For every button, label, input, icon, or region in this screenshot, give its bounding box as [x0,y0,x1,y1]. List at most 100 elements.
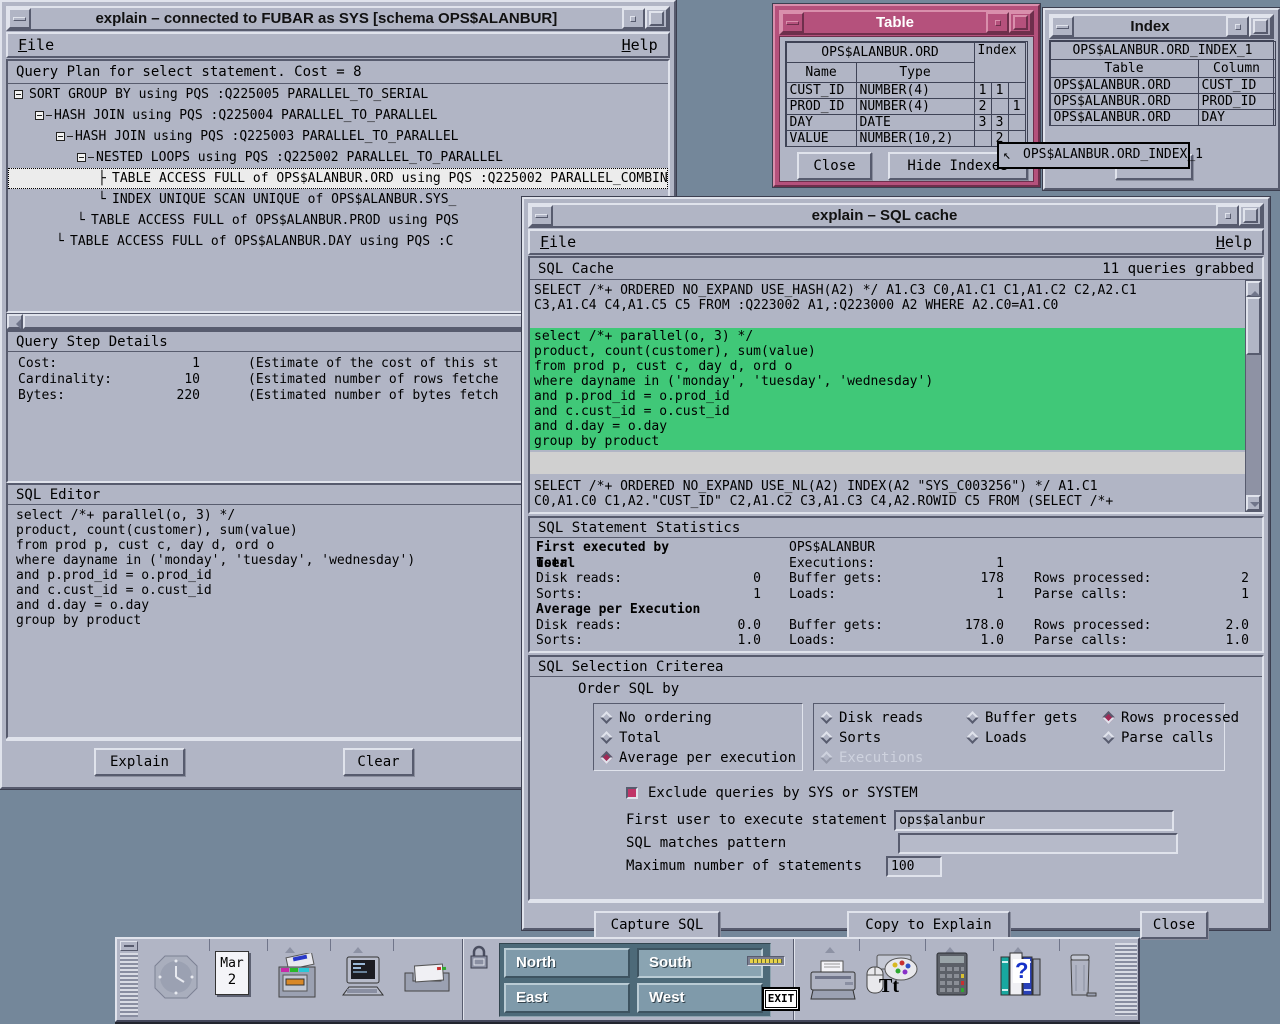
exclude-sys-checkbox-row[interactable]: Exclude queries by SYS or SYSTEM [626,785,918,801]
index-cell[interactable]: OPS$ALANBUR.ORD [1050,77,1199,94]
minimize-button[interactable] [986,12,1009,33]
cache-entry-highlight-band[interactable] [530,452,1245,474]
workspace-west-button[interactable]: West [637,983,763,1013]
printer-icon[interactable] [807,959,859,1007]
plan-tree-row[interactable]: SORT GROUP BY using PQS :Q225005 PARALLE… [8,84,668,105]
radio-diamond-icon[interactable] [966,711,979,724]
radio-no-ordering[interactable]: No ordering [600,708,796,728]
index-titlebar[interactable]: Index [1049,14,1274,39]
table-cell[interactable]: VALUE [786,130,857,147]
workspace-south-button[interactable]: South [637,948,763,978]
maximize-button[interactable] [1239,205,1262,226]
radio-diamond-icon[interactable] [1102,711,1115,724]
calendar-icon[interactable]: Mar 2 [215,951,249,995]
table-close-button[interactable]: Close [797,152,872,180]
capture-sql-button[interactable]: Capture SQL [594,911,720,939]
cache-entry-selected[interactable]: select /*+ parallel(o, 3) */ product, co… [530,328,1245,450]
cache-entry[interactable]: SELECT /*+ ORDERED NO_EXPAND USE_NL(A2) … [530,478,1245,510]
first-user-input[interactable]: ops$alanbur [894,810,1174,831]
maximize-button[interactable] [1009,12,1032,33]
table-cell[interactable]: NUMBER(4) [856,82,975,99]
subpanel-arrow-printer[interactable] [817,940,843,950]
calculator-icon[interactable] [935,951,969,1001]
index-cell[interactable]: DAY [1198,109,1276,126]
scroll-up-arrow[interactable] [1246,281,1261,297]
scrollbar-thumb[interactable] [1246,297,1261,355]
radio-diamond-icon[interactable] [600,711,613,724]
radio-parse-calls[interactable]: Parse calls [1102,728,1262,748]
max-statements-input[interactable]: 100 [886,856,942,877]
collapse-box-icon[interactable] [35,111,44,120]
index-cell[interactable]: OPS$ALANBUR.ORD [1050,93,1199,110]
explain-titlebar[interactable]: explain – connected to FUBAR as SYS [sch… [6,6,670,31]
help-icon[interactable]: ? [999,951,1043,1001]
radio-rows-processed[interactable]: Rows processed [1102,708,1262,728]
menu-file[interactable]: File [540,233,576,251]
plan-tree-row[interactable]: HASH JOIN using PQS :Q225004 PARALLEL_TO… [8,105,668,126]
checkbox-checked-icon[interactable] [626,787,638,799]
table-cell[interactable]: PROD_ID [786,98,857,115]
cache-vertical-scrollbar[interactable] [1245,280,1262,512]
subpanel-arrow-tools[interactable] [937,940,963,950]
window-menu-button[interactable] [530,205,553,226]
lock-icon[interactable] [468,945,490,975]
style-manager-icon[interactable]: Tt [865,953,921,1007]
panel-right-grip[interactable] [1115,943,1137,1016]
radio-diamond-icon[interactable] [1102,731,1115,744]
trash-icon[interactable] [1065,953,1099,1003]
maximize-button[interactable] [645,8,668,29]
index-cell[interactable]: PROD_ID [1198,93,1276,110]
table-cell[interactable]: CUST_ID [786,82,857,99]
file-manager-icon[interactable] [273,953,323,1007]
index-cell[interactable]: OPS$ALANBUR.ORD [1050,109,1199,126]
subpanel-arrow-apps[interactable] [345,940,371,950]
terminal-icon[interactable] [339,955,387,1005]
cache-entry[interactable]: SELECT /*+ ORDERED NO_EXPAND USE_HASH(A2… [530,282,1245,314]
plan-tree-row-selected[interactable]: ├ TABLE ACCESS FULL of OPS$ALANBUR.ORD u… [8,168,668,189]
workspace-north-button[interactable]: North [504,948,630,978]
exit-button[interactable]: EXIT [762,987,800,1011]
radio-diamond-icon[interactable] [600,751,613,764]
radio-total[interactable]: Total [600,728,796,748]
menu-file[interactable]: File [18,36,54,54]
radio-diamond-icon[interactable] [820,731,833,744]
menu-help[interactable]: Help [1216,233,1252,251]
radio-sorts[interactable]: Sorts [820,728,966,748]
subpanel-arrow-help[interactable] [1005,940,1031,950]
table-cell[interactable]: NUMBER(4) [856,98,975,115]
table-cell[interactable]: DAY [786,114,857,131]
clock-icon[interactable] [153,954,199,1004]
panel-left-grip[interactable] [120,953,138,1017]
plan-tree-row[interactable]: NESTED LOOPS using PQS :Q225002 PARALLEL… [8,147,668,168]
workspace-east-button[interactable]: East [504,983,630,1013]
collapse-box-icon[interactable] [77,153,86,162]
scroll-left-arrow[interactable] [7,314,23,329]
copy-to-explain-button[interactable]: Copy to Explain [847,911,1010,939]
index-cell[interactable]: CUST_ID [1198,77,1276,94]
cache-close-button[interactable]: Close [1140,911,1208,939]
minimize-button[interactable] [1216,205,1239,226]
clear-button[interactable]: Clear [343,748,414,776]
radio-diamond-icon[interactable] [820,711,833,724]
window-menu-button[interactable] [781,12,804,33]
window-menu-button[interactable] [8,8,31,29]
scroll-down-arrow[interactable] [1246,495,1261,511]
menu-help[interactable]: Help [622,36,658,54]
collapse-box-icon[interactable] [14,90,23,99]
radio-diamond-icon[interactable] [966,731,979,744]
collapse-box-icon[interactable] [56,132,65,141]
mail-icon[interactable] [401,961,453,1001]
sql-cache-list[interactable]: SELECT /*+ ORDERED NO_EXPAND USE_HASH(A2… [530,280,1245,512]
minimize-button[interactable] [1226,16,1249,37]
explain-button[interactable]: Explain [94,748,185,776]
panel-menu-button[interactable] [120,941,138,951]
radio-disk-reads[interactable]: Disk reads [820,708,966,728]
cache-titlebar[interactable]: explain – SQL cache [528,203,1264,228]
radio-buffer-gets[interactable]: Buffer gets [966,708,1102,728]
minimize-button[interactable] [622,8,645,29]
table-cell[interactable]: NUMBER(10,2) [856,130,975,147]
table-cell[interactable]: DATE [856,114,975,131]
radio-loads[interactable]: Loads [966,728,1102,748]
radio-diamond-icon[interactable] [600,731,613,744]
maximize-button[interactable] [1249,16,1272,37]
